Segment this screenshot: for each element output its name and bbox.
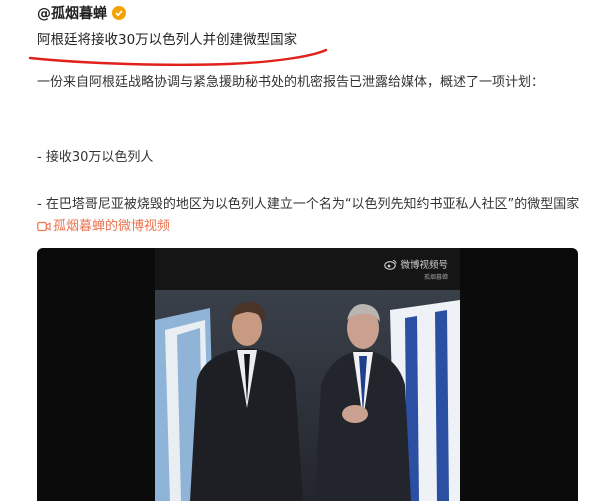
author-name[interactable]: @孤烟暮蝉 bbox=[37, 3, 107, 23]
video-frame[interactable]: 微博视频号 孤烟暮蝉 bbox=[155, 248, 460, 501]
post-author[interactable]: @孤烟暮蝉 bbox=[37, 3, 126, 23]
red-underline-annotation bbox=[28, 48, 328, 66]
watermark-text: 微博视频号 bbox=[400, 260, 448, 271]
watermark-subtext: 孤烟暮蝉 bbox=[423, 274, 448, 281]
post-paragraph-3-text: - 在巴塔哥尼亚被烧毁的地区为以色列人建立一个名为“以色列先知约书亚私人社区”的… bbox=[37, 197, 580, 212]
post-headline: 阿根廷将接收30万以色列人并创建微型国家 bbox=[37, 32, 298, 48]
video-link[interactable]: 孤烟暮蝉的微博视频 bbox=[37, 219, 170, 234]
video-player[interactable]: 微博视频号 孤烟暮蝉 bbox=[37, 248, 578, 501]
weibo-watermark: 微博视频号 孤烟暮蝉 bbox=[384, 257, 448, 281]
post-paragraph-3: - 在巴塔哥尼亚被烧毁的地区为以色列人建立一个名为“以色列先知约书亚私人社区”的… bbox=[37, 194, 582, 240]
video-link-label[interactable]: 孤烟暮蝉的微博视频 bbox=[53, 219, 170, 234]
verified-badge-icon bbox=[112, 6, 126, 20]
post-paragraph-2: - 接收30万以色列人 bbox=[37, 150, 154, 165]
weibo-logo-icon bbox=[384, 259, 397, 270]
post-paragraph-1: 一份来自阿根廷战略协调与紧急援助秘书处的机密报告已泄露给媒体，概述了一项计划： bbox=[37, 75, 545, 90]
video-top-bar: 微博视频号 孤烟暮蝉 bbox=[155, 248, 460, 290]
video-camera-icon bbox=[37, 218, 51, 240]
video-scene-image bbox=[155, 290, 460, 501]
